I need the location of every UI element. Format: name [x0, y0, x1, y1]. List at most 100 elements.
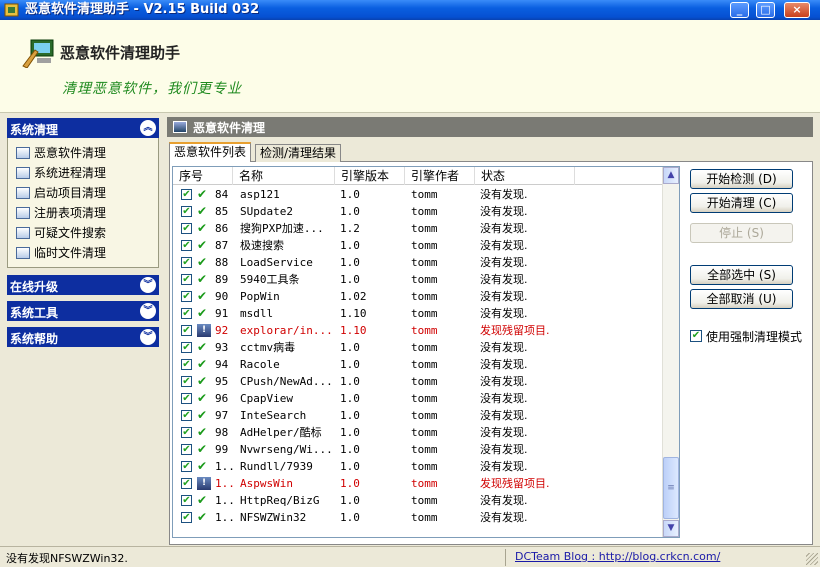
row-name: 极速搜索: [240, 239, 284, 252]
check-icon: ✔: [197, 357, 208, 371]
vertical-scrollbar[interactable]: ▲ ≡ ▼: [662, 167, 679, 537]
strict-mode-label[interactable]: 使用强制清理模式: [706, 328, 802, 345]
table-row[interactable]: ✔ ✔ 88 LoadService 1.0 tomm 没有发现.: [173, 254, 663, 271]
row-checkbox[interactable]: ✔: [181, 342, 192, 353]
row-author: tomm: [411, 290, 438, 303]
row-checkbox[interactable]: ✔: [181, 274, 192, 285]
row-checkbox[interactable]: ✔: [181, 325, 192, 336]
group-online-update[interactable]: 在线升级 ︾: [7, 275, 159, 295]
row-checkbox[interactable]: ✔: [181, 461, 192, 472]
scroll-up-arrow[interactable]: ▲: [663, 167, 679, 184]
row-status: 发现残留项目.: [480, 324, 550, 337]
sidebar-item-startup-clean[interactable]: 启动项目清理: [16, 184, 106, 202]
chevron-down-icon[interactable]: ︾: [140, 277, 156, 293]
start-detect-button[interactable]: 开始检测 (D): [690, 169, 793, 189]
row-checkbox[interactable]: ✔: [181, 308, 192, 319]
column-header-name[interactable]: 名称: [233, 167, 335, 185]
chevron-down-icon[interactable]: ︾: [140, 329, 156, 345]
table-row[interactable]: ✔ ✔ 95 CPush/NewAd... 1.0 tomm 没有发现.: [173, 373, 663, 390]
table-row[interactable]: ✔ ✔ 98 AdHelper/酷标 1.0 tomm 没有发现.: [173, 424, 663, 441]
row-author: tomm: [411, 477, 438, 490]
row-name: NFSWZWin32: [240, 511, 307, 524]
check-icon: ✔: [197, 255, 208, 269]
tab-results[interactable]: 检测/清理结果: [255, 144, 342, 162]
deselect-all-button[interactable]: 全部取消 (U): [690, 289, 793, 309]
sidebar-item-file-search[interactable]: 可疑文件搜索: [16, 224, 106, 242]
group-system-tools[interactable]: 系统工具 ︾: [7, 301, 159, 321]
table-row[interactable]: ✔! 1.. AspwsWin 1.0 tomm 发现残留项目.: [173, 475, 663, 492]
row-checkbox[interactable]: ✔: [181, 478, 192, 489]
strict-mode-checkbox[interactable]: ✔: [690, 330, 702, 342]
table-row[interactable]: ✔ ✔ 93 cctmv病毒 1.0 tomm 没有发现.: [173, 339, 663, 356]
table-row[interactable]: ✔ ✔ 90 PopWin 1.02 tomm 没有发现.: [173, 288, 663, 305]
check-icon: ✔: [197, 221, 208, 235]
row-version: 1.10: [340, 307, 367, 320]
status-separator: [505, 549, 506, 566]
row-checkbox[interactable]: ✔: [181, 410, 192, 421]
row-checkbox[interactable]: ✔: [181, 223, 192, 234]
sidebar-item-registry-clean[interactable]: 注册表项清理: [16, 204, 106, 222]
scroll-down-arrow[interactable]: ▼: [663, 520, 679, 537]
tab-malware-list[interactable]: 恶意软件列表: [169, 142, 252, 162]
table-row[interactable]: ✔ ✔ 84 asp121 1.0 tomm 没有发现.: [173, 186, 663, 203]
column-header-status[interactable]: 状态: [475, 167, 575, 185]
group-system-help[interactable]: 系统帮助 ︾: [7, 327, 159, 347]
table-row[interactable]: ✔ ✔ 85 SUpdate2 1.0 tomm 没有发现.: [173, 203, 663, 220]
table-row[interactable]: ✔ ✔ 89 5940工具条 1.0 tomm 没有发现.: [173, 271, 663, 288]
row-version: 1.2: [340, 222, 360, 235]
table-row[interactable]: ✔ ✔ 1.. HttpReq/BizG 1.0 tomm 没有发现.: [173, 492, 663, 509]
row-checkbox[interactable]: ✔: [181, 376, 192, 387]
row-checkbox[interactable]: ✔: [181, 512, 192, 523]
table-row[interactable]: ✔ ✔ 87 极速搜索 1.0 tomm 没有发现.: [173, 237, 663, 254]
maximize-button[interactable]: □: [756, 2, 775, 18]
sidebar-item-temp-clean[interactable]: 临时文件清理: [16, 244, 106, 262]
start-clean-button[interactable]: 开始清理 (C): [690, 193, 793, 213]
select-all-button[interactable]: 全部选中 (S): [690, 265, 793, 285]
row-checkbox[interactable]: ✔: [181, 495, 192, 506]
group-system-clean[interactable]: 系统清理 ︽: [7, 118, 159, 138]
row-checkbox[interactable]: ✔: [181, 206, 192, 217]
minimize-button[interactable]: _: [730, 2, 749, 18]
table-row[interactable]: ✔ ✔ 94 Racole 1.0 tomm 没有发现.: [173, 356, 663, 373]
stop-button[interactable]: 停止 (S): [690, 223, 793, 243]
row-checkbox[interactable]: ✔: [181, 240, 192, 251]
row-number: 93: [215, 341, 229, 354]
chevron-up-icon[interactable]: ︽: [140, 120, 156, 136]
table-row[interactable]: ✔ ✔ 1.. NFSWZWin32 1.0 tomm 没有发现.: [173, 509, 663, 526]
process-icon: [16, 167, 30, 179]
table-row[interactable]: ✔ ✔ 1.. Rundll/7939 1.0 tomm 没有发现.: [173, 458, 663, 475]
column-header-number[interactable]: 序号: [173, 167, 233, 185]
row-checkbox[interactable]: ✔: [181, 189, 192, 200]
table-row[interactable]: ✔! 92 explorar/in... 1.10 tomm 发现残留项目.: [173, 322, 663, 339]
row-author: tomm: [411, 256, 438, 269]
row-checkbox[interactable]: ✔: [181, 291, 192, 302]
column-header-version[interactable]: 引擎版本: [335, 167, 405, 185]
sidebar-item-malware-clean[interactable]: 恶意软件清理: [16, 144, 106, 162]
row-checkbox[interactable]: ✔: [181, 444, 192, 455]
row-checkbox[interactable]: ✔: [181, 257, 192, 268]
table-row[interactable]: ✔ ✔ 97 InteSearch 1.0 tomm 没有发现.: [173, 407, 663, 424]
main-window: 恶意软件清理助手 - V2.15 Build 032 _ □ × 恶意软件清理助…: [0, 0, 820, 567]
table-row[interactable]: ✔ ✔ 96 CpapView 1.0 tomm 没有发现.: [173, 390, 663, 407]
group-label: 在线升级: [10, 280, 59, 294]
title-bar[interactable]: 恶意软件清理助手 - V2.15 Build 032 _ □ ×: [0, 0, 820, 20]
row-checkbox[interactable]: ✔: [181, 393, 192, 404]
resize-grip[interactable]: [806, 553, 818, 565]
malware-list[interactable]: 序号 名称 引擎版本 引擎作者 状态 ✔ ✔ 84 asp121 1.0 tomm 没有发现…: [172, 166, 680, 538]
table-row[interactable]: ✔ ✔ 91 msdll 1.10 tomm 没有发现.: [173, 305, 663, 322]
row-name: HttpReq/BizG: [240, 494, 320, 507]
column-header-author[interactable]: 引擎作者: [405, 167, 475, 185]
blog-link[interactable]: DCTeam Blog : http://blog.crkcn.com/: [515, 550, 720, 563]
sidebar-item-label: 系统进程清理: [34, 166, 107, 180]
chevron-down-icon[interactable]: ︾: [140, 303, 156, 319]
sidebar-item-process-clean[interactable]: 系统进程清理: [16, 164, 106, 182]
row-version: 1.0: [340, 409, 360, 422]
table-row[interactable]: ✔ ✔ 99 Nvwrseng/Wi... 1.0 tomm 没有发现.: [173, 441, 663, 458]
close-button[interactable]: ×: [784, 2, 810, 18]
app-header: 恶意软件清理助手 清理恶意软件，我们更专业: [0, 20, 820, 113]
table-row[interactable]: ✔ ✔ 86 搜狗PXP加速... 1.2 tomm 没有发现.: [173, 220, 663, 237]
check-icon: ✔: [197, 374, 208, 388]
scroll-thumb[interactable]: ≡: [663, 457, 679, 519]
row-checkbox[interactable]: ✔: [181, 427, 192, 438]
row-checkbox[interactable]: ✔: [181, 359, 192, 370]
